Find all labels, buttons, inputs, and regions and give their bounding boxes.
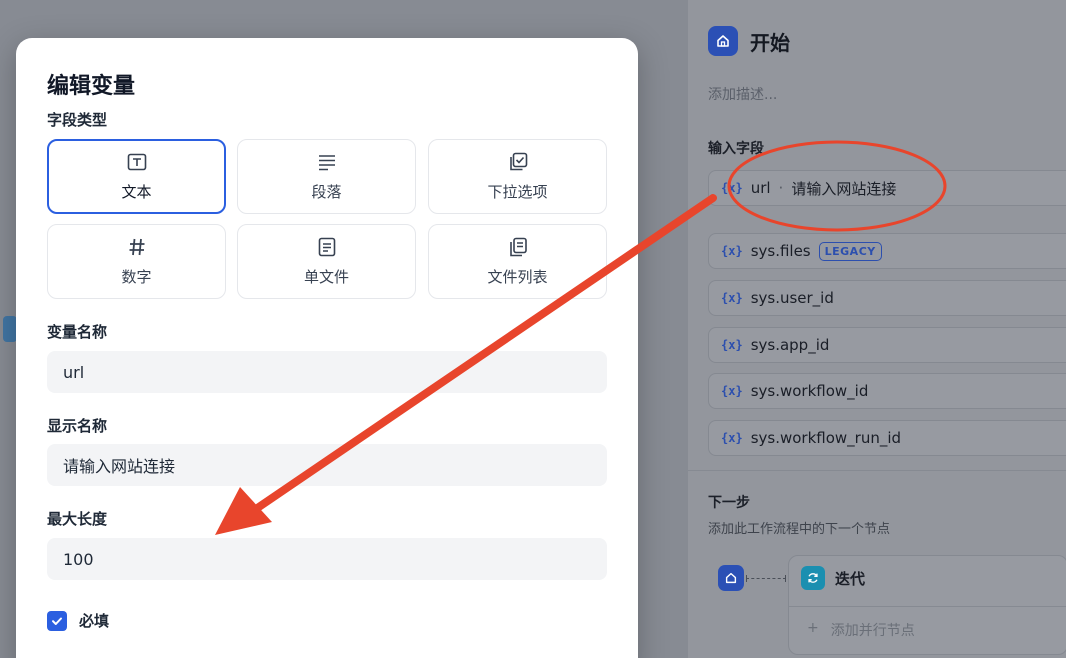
type-option-paragraph[interactable]: 段落 — [237, 139, 416, 214]
var-name: sys.app_id — [750, 336, 830, 354]
edit-variable-modal: 编辑变量 字段类型 文本 段落 下拉选项 数字 单文件 文件列表 变量名称 ur… — [16, 38, 638, 658]
next-step-label: 下一步 — [708, 495, 750, 511]
variable-icon: {x} — [721, 338, 743, 352]
variable-name-input[interactable]: url — [47, 351, 607, 393]
type-label: 数字 — [121, 268, 152, 286]
card-divider — [789, 606, 1066, 607]
variable-name-label: 变量名称 — [47, 323, 108, 341]
panel-title: 开始 — [750, 30, 790, 55]
var-name: url — [750, 179, 771, 197]
var-row-sys-app-id[interactable]: {x} sys.app_id — [708, 327, 1066, 363]
file-icon — [316, 236, 338, 258]
var-display-name: 请输入网站连接 — [791, 179, 897, 198]
number-icon — [126, 236, 148, 258]
modal-title: 编辑变量 — [47, 74, 136, 99]
var-row-sys-workflow-run-id[interactable]: {x} sys.workflow_run_id — [708, 420, 1066, 456]
home-icon — [708, 26, 738, 56]
field-type-label: 字段类型 — [47, 111, 108, 129]
variable-icon: {x} — [721, 244, 743, 258]
type-option-file-list[interactable]: 文件列表 — [428, 224, 607, 299]
paragraph-icon — [316, 151, 338, 173]
add-parallel-label: 添加并行节点 — [830, 623, 915, 639]
next-node-card[interactable]: 迭代 + 添加并行节点 — [788, 555, 1066, 655]
node-connector — [746, 575, 786, 582]
add-parallel-node-button[interactable]: + 添加并行节点 — [807, 620, 915, 640]
next-step-description: 添加此工作流程中的下一个节点 — [708, 522, 891, 537]
type-option-text[interactable]: 文本 — [47, 139, 226, 214]
variable-icon: {x} — [721, 291, 743, 305]
type-label: 文件列表 — [487, 268, 548, 286]
type-option-number[interactable]: 数字 — [47, 224, 226, 299]
select-icon — [507, 151, 529, 173]
panel-divider — [688, 470, 1066, 471]
start-node-panel: 开始 添加描述... 输入字段 {x} url · 请输入网站连接 {x} sy… — [688, 0, 1066, 658]
var-name: sys.user_id — [750, 289, 834, 307]
type-label: 下拉选项 — [487, 183, 548, 201]
var-name: sys.workflow_run_id — [750, 429, 902, 447]
var-row-url[interactable]: {x} url · 请输入网站连接 — [708, 170, 1066, 206]
text-icon — [126, 151, 148, 173]
max-length-label: 最大长度 — [47, 510, 108, 528]
var-row-sys-user-id[interactable]: {x} sys.user_id — [708, 280, 1066, 316]
description-placeholder[interactable]: 添加描述... — [708, 84, 777, 104]
var-row-sys-workflow-id[interactable]: {x} sys.workflow_id — [708, 373, 1066, 409]
required-toggle[interactable]: 必填 — [47, 610, 109, 631]
checkbox-checked-icon[interactable] — [47, 610, 67, 631]
legacy-badge: LEGACY — [818, 241, 882, 261]
variable-icon: {x} — [721, 384, 743, 398]
display-name-input[interactable]: 请输入网站连接 — [47, 444, 607, 486]
display-name-label: 显示名称 — [47, 417, 108, 435]
plus-icon: + — [807, 620, 819, 636]
required-label: 必填 — [79, 612, 110, 630]
canvas-node[interactable] — [3, 316, 17, 342]
var-separator: · — [778, 179, 784, 197]
type-label: 段落 — [311, 183, 342, 201]
type-label: 单文件 — [303, 268, 349, 286]
input-fields-label: 输入字段 — [708, 141, 764, 157]
type-label: 文本 — [121, 183, 152, 201]
var-name: sys.files — [750, 242, 811, 260]
var-row-sys-files[interactable]: {x} sys.files LEGACY — [708, 233, 1066, 269]
type-option-select[interactable]: 下拉选项 — [428, 139, 607, 214]
iteration-icon — [801, 566, 825, 590]
variable-icon: {x} — [721, 431, 743, 445]
max-length-input[interactable]: 100 — [47, 538, 607, 580]
var-name: sys.workflow_id — [750, 382, 869, 400]
next-node-iteration[interactable]: 迭代 — [801, 566, 865, 590]
next-node-label: 迭代 — [835, 569, 866, 588]
start-node-icon — [718, 565, 744, 591]
variable-icon: {x} — [721, 181, 743, 195]
panel-header: 开始 — [708, 26, 790, 56]
file-list-icon — [507, 236, 529, 258]
type-option-single-file[interactable]: 单文件 — [237, 224, 416, 299]
